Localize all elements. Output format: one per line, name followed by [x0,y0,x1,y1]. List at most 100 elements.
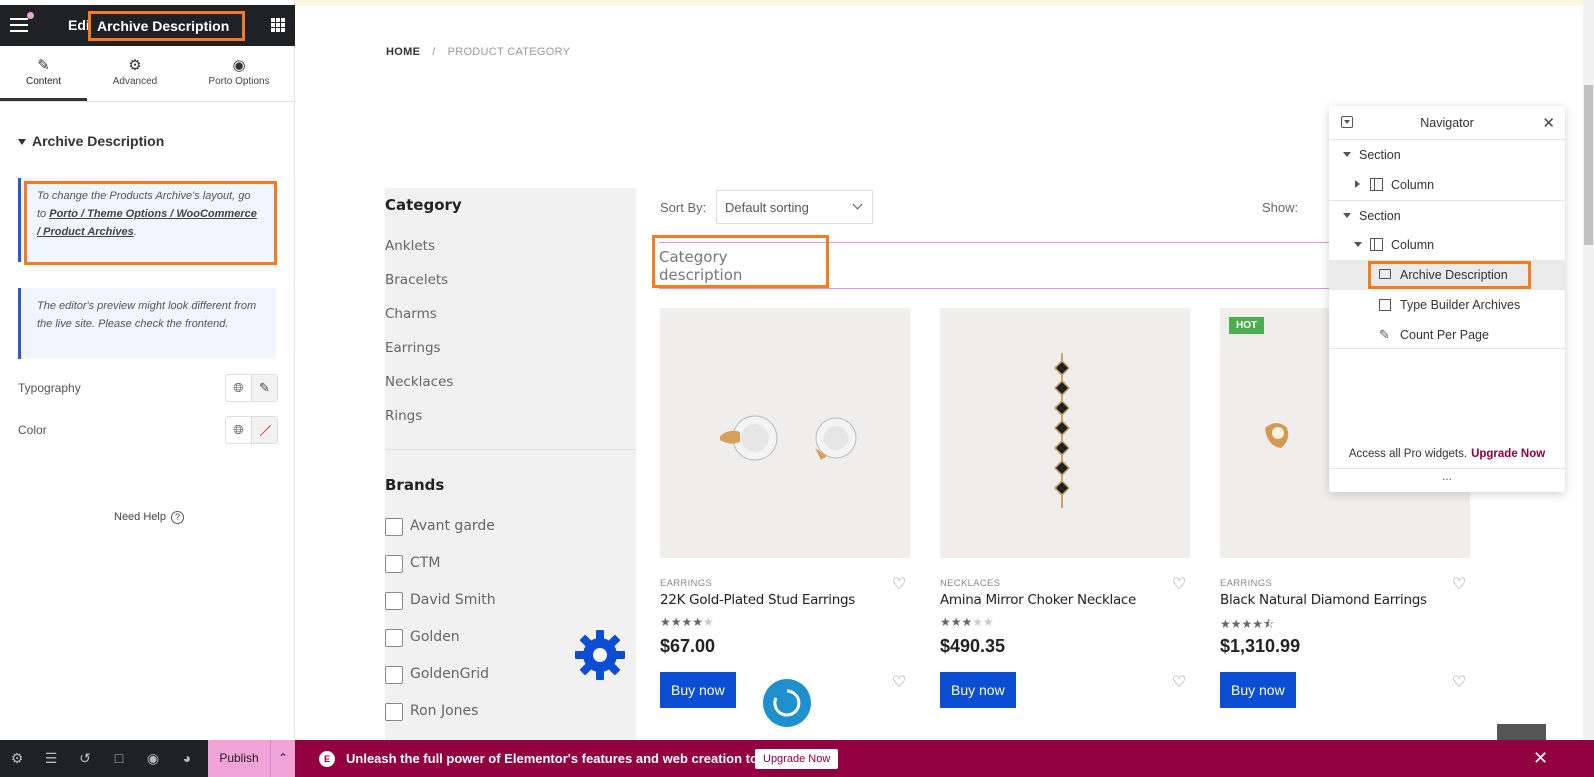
sort-value: Default sorting [725,200,809,215]
product-price: $490.35 [940,636,1006,656]
brand-checkbox[interactable] [385,592,403,610]
preview-eye-icon[interactable]: ◉ [136,740,170,777]
menu-icon[interactable] [10,12,34,32]
settings-icon[interactable]: ⚙ [0,740,34,777]
column-icon [1370,178,1383,191]
caret-right-icon[interactable] [1355,180,1360,188]
notes-icon[interactable]: ◕ [170,740,204,777]
history-icon[interactable]: ↺ [68,740,102,777]
stud-earrings-image [720,415,857,461]
scrollbar-thumb[interactable] [1584,85,1593,245]
product-category[interactable]: EARRINGS [660,578,712,589]
brand-label: David Smith [410,592,496,608]
product-name[interactable]: 22K Gold-Plated Stud Earrings [660,592,855,608]
scroll-to-top-button[interactable] [1497,724,1546,740]
product-rating: ★★★★⯪ [1220,617,1275,631]
product-image[interactable] [660,308,910,558]
navigator-item-section[interactable]: Section [1329,140,1565,170]
breadcrumb: HOME / PRODUCT CATEGORY [386,46,571,58]
buy-now-button[interactable]: Buy now [1220,672,1296,708]
brand-item[interactable]: Golden [385,629,496,666]
category-item[interactable]: Rings [385,408,453,442]
navigator-item-column[interactable]: Column [1329,230,1565,260]
buy-now-button[interactable]: Buy now [940,672,1016,708]
wishlist-heart-icon[interactable]: ♡ [1172,672,1186,692]
brand-checkbox[interactable] [385,703,403,721]
product-image[interactable] [940,308,1190,558]
navigator-footer-text: Access all Pro widgets. [1348,448,1468,460]
brand-checkbox[interactable] [385,555,403,573]
column-icon [1370,238,1383,251]
upgrade-now-button[interactable]: Upgrade Now [755,749,839,769]
color-control: Color 🌐︎ [18,416,278,444]
upgrade-now-link[interactable]: Upgrade Now [1471,448,1545,460]
widgets-grid-icon[interactable] [271,18,285,32]
brand-item[interactable]: GoldenGrid [385,666,496,703]
brand-item[interactable]: Ron Jones [385,703,496,740]
product-category[interactable]: EARRINGS [1220,578,1272,589]
navigator-item-label: Section [1359,148,1401,162]
navigator-item-column[interactable]: Column [1329,170,1565,200]
close-icon[interactable]: ✕ [1542,114,1555,132]
navigator-header[interactable]: Navigator ✕ [1329,106,1565,140]
tab-content[interactable]: ✎ Content [0,46,87,101]
brand-checkbox[interactable] [385,518,403,536]
globe-icon[interactable]: 🌐︎ [226,417,251,443]
show-label: Show: [1262,200,1299,215]
navigator-item-type-builder-archives[interactable]: Type Builder Archives [1329,290,1565,320]
brand-label: Golden [410,629,460,645]
highlight-box [1368,261,1531,289]
tab-porto-options[interactable]: ◉ Porto Options [183,46,295,101]
publish-options-chevron-up-icon[interactable]: ⌃ [270,740,295,777]
caret-down-icon[interactable] [1343,213,1351,218]
category-item[interactable]: Anklets [385,238,453,272]
caret-down-icon[interactable] [1343,152,1351,157]
tab-advanced[interactable]: ⚙ Advanced [87,46,183,101]
brand-checkbox[interactable] [385,629,403,647]
responsive-icon[interactable]: □ [102,740,136,777]
highlight-box [652,235,829,288]
globe-icon[interactable]: 🌐︎ [226,375,251,401]
caret-down-icon[interactable] [1354,242,1362,247]
wishlist-heart-icon[interactable]: ♡ [892,672,906,692]
brand-item[interactable]: Avant garde [385,518,496,555]
close-icon[interactable]: ✕ [1533,748,1548,769]
buy-now-button[interactable]: Buy now [660,672,736,708]
product-name[interactable]: Black Natural Diamond Earrings [1220,592,1427,608]
brand-checkbox[interactable] [385,666,403,684]
category-item[interactable]: Earrings [385,340,453,374]
preview-notice: The editor's preview might look differen… [18,288,276,359]
category-item[interactable]: Charms [385,306,453,340]
help-icon: ? [170,511,184,524]
color-picker-icon[interactable] [251,417,277,443]
breadcrumb-home[interactable]: HOME [386,46,420,58]
publish-button[interactable]: Publish [208,740,270,777]
navigator-panel: Navigator ✕ Section Column Section Colum… [1329,106,1565,492]
navigator-item-section[interactable]: Section [1329,200,1565,230]
wishlist-heart-icon[interactable]: ♡ [892,574,906,594]
brand-item[interactable]: David Smith [385,592,496,629]
brand-item[interactable]: CTM [385,555,496,592]
wishlist-heart-icon[interactable]: ♡ [1452,574,1466,594]
product-name[interactable]: Amina Mirror Choker Necklace [940,592,1136,608]
layers-icon[interactable]: ☰ [34,740,68,777]
tab-content-label: Content [25,76,62,87]
product-category[interactable]: NECKLACES [940,578,1000,589]
sort-label: Sort By: [660,200,707,215]
sort-select[interactable]: Default sorting [716,190,873,224]
typography-label: Typography [18,381,81,395]
edit-icon[interactable]: ✎ [251,375,277,401]
navigator-item-archive-description[interactable]: Archive Description [1329,260,1565,290]
wishlist-heart-icon[interactable]: ♡ [1172,574,1186,594]
category-item[interactable]: Bracelets [385,272,453,306]
section-toggle[interactable]: Archive Description [18,133,164,149]
circle-icon: ◉ [232,57,246,74]
wishlist-heart-icon[interactable]: ♡ [1452,672,1466,692]
navigator-resize-handle[interactable]: ... [1329,468,1565,492]
navigator-item-label: Section [1359,209,1401,223]
preview-scrollbar[interactable] [1583,0,1594,740]
navigator-item-count-per-page[interactable]: ✎ Count Per Page [1329,320,1565,350]
category-item[interactable]: Necklaces [385,374,453,408]
need-help-link[interactable]: Need Help? [114,511,184,524]
loading-spinner-icon [763,679,811,727]
